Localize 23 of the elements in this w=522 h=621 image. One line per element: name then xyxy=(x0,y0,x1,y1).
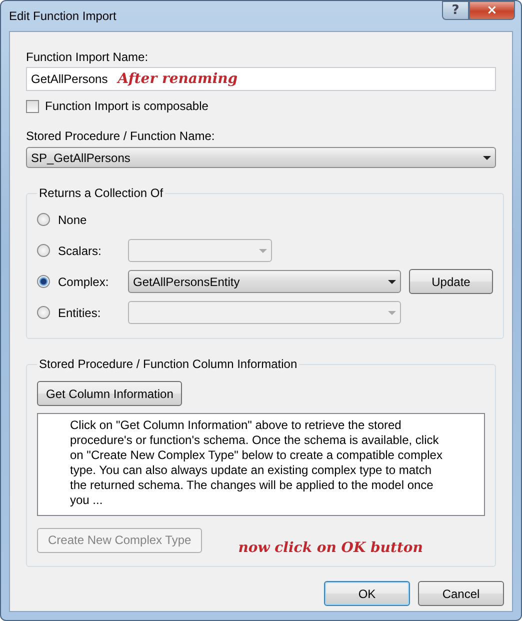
dialog-button[interactable]: OK xyxy=(324,581,410,606)
type-dropdown[interactable]: GetAllPersonsEntity xyxy=(128,270,401,293)
group-title: Stored Procedure / Function Column Information xyxy=(38,357,298,371)
checkbox[interactable] xyxy=(26,100,39,112)
get-column-info-button[interactable]: Get Column Information xyxy=(37,381,182,406)
window-title: Edit Function Import xyxy=(9,9,116,23)
procedure-dropdown[interactable]: SP_GetAllPersons xyxy=(26,147,496,168)
annotation-text: now click on OK button xyxy=(238,540,423,556)
update-button[interactable]: Update xyxy=(409,269,493,294)
field-label: Stored Procedure / Function Name: xyxy=(26,129,216,143)
radio-button[interactable] xyxy=(37,213,50,226)
close-button[interactable]: × xyxy=(469,1,515,20)
radio-label[interactable]: None xyxy=(58,212,128,226)
help-button[interactable]: ? xyxy=(442,1,469,20)
description-text: Click on "Get Column Information" above to retrieve the stored procedure's or function's schema. Once the schema is available, click on "Create New Complex Type" below to create a compatible complex type. You can also always update an existing complex type to match the returned schema. The changes will be applied to the model once you ... xyxy=(70,418,444,508)
checkbox-label[interactable]: Function Import is composable xyxy=(45,99,208,113)
annotation-text: After renaming xyxy=(118,71,238,87)
group-title: Returns a Collection Of xyxy=(38,186,164,200)
radio-button[interactable] xyxy=(37,275,50,288)
name-field[interactable]: GetAllPersons After renaming xyxy=(26,67,496,91)
field-label: Function Import Name: xyxy=(26,50,150,64)
dialog-button[interactable]: Cancel xyxy=(418,581,504,606)
radio-label[interactable]: Complex: xyxy=(58,274,128,288)
